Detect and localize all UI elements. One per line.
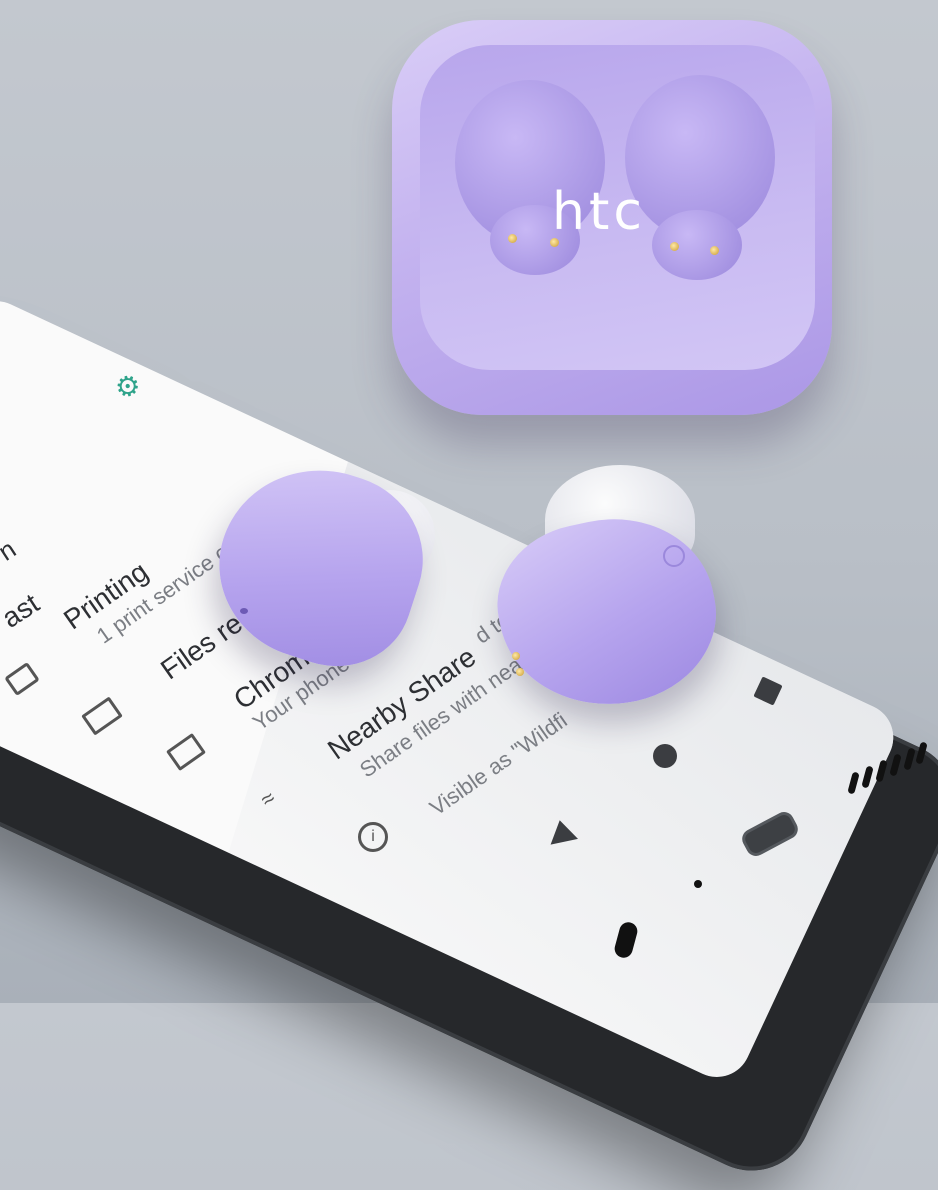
microphone-hole	[694, 880, 702, 888]
product-photo: n ast Printing 1 print service on Files …	[0, 0, 938, 1190]
right-earbud-touch-logo	[663, 545, 685, 567]
left-earbud-led	[240, 608, 248, 614]
brand-logo: htc	[552, 182, 646, 242]
info-icon: i	[358, 822, 388, 852]
right-contact-well	[652, 210, 742, 280]
home-button[interactable]	[653, 744, 677, 768]
